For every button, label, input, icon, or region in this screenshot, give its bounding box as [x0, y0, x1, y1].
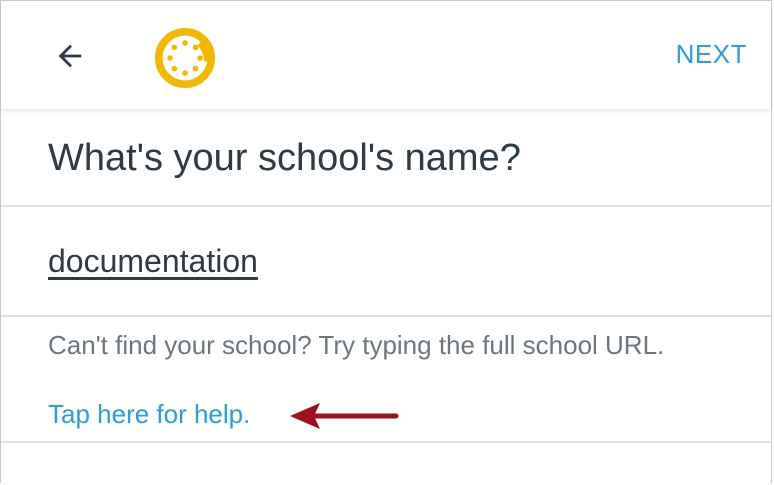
page-title: What's your school's name? — [48, 137, 521, 179]
arrow-left-icon — [58, 44, 82, 68]
canvas-logo-icon — [155, 28, 215, 88]
next-button[interactable]: NEXT — [676, 39, 747, 70]
app-screen: NEXT What's your school's name? Can't fi… — [0, 0, 772, 483]
back-button[interactable] — [45, 31, 95, 81]
annotation-arrow-icon — [290, 403, 399, 429]
help-link[interactable]: Tap here for help. — [48, 399, 250, 430]
help-text: Can't find your school? Try typing the f… — [48, 330, 665, 360]
school-input-row — [1, 207, 771, 317]
top-toolbar: NEXT — [1, 1, 771, 109]
school-name-input[interactable] — [48, 243, 728, 280]
title-row: What's your school's name? — [1, 111, 771, 207]
